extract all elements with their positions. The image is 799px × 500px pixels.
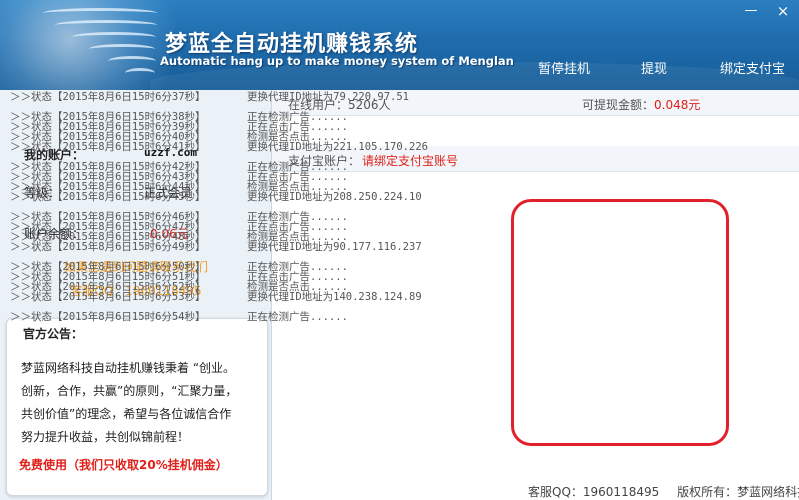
log-message: 正在检测广告...... xyxy=(247,311,348,323)
status-log: ＞＞状态【2015年8月6日15时6分37秒】 更换代理ID地址为79.220.9… xyxy=(10,91,520,323)
app-subtitle: Automatic hang up to make money system o… xyxy=(160,54,514,68)
log-message: 更换代理ID地址为140.238.124.89 xyxy=(247,291,422,303)
announcement-line: 共创价值”的理念，希望与各位诚信合作 xyxy=(21,407,232,421)
announcement-box: 官方公告： 梦蓝网络科技自动挂机赚钱秉着 “创业。 创新，合作，共赢”的原则，“… xyxy=(6,318,268,496)
log-message: 更换代理ID地址为221.105.170.226 xyxy=(247,141,428,153)
log-status: ＞＞状态【2015年8月6日15时6分53秒】 xyxy=(10,291,206,303)
log-status: ＞＞状态【2015年8月6日15时6分41秒】 xyxy=(10,141,206,153)
withdrawable-label: 可提现金额： xyxy=(582,98,655,112)
log-line: ＞＞状态【2015年8月6日15时6分49秒】 更换代理ID地址为90.177.1… xyxy=(10,241,520,253)
log-status: ＞＞状态【2015年8月6日15时6分37秒】 xyxy=(10,91,206,103)
announcement-title: 官方公告： xyxy=(23,327,84,341)
logo-swirl-icon xyxy=(40,4,160,88)
log-line: ＞＞状态【2015年8月6日15时6分54秒】 正在检测广告...... xyxy=(10,311,520,323)
announcement-body: 梦蓝网络科技自动挂机赚钱秉着 “创业。 创新，合作，共赢”的原则，“汇聚力量， … xyxy=(21,357,261,449)
log-line: ＞＞状态【2015年8月6日15时6分41秒】 更换代理ID地址为221.105.… xyxy=(10,141,520,153)
pause-button[interactable]: 暂停挂机 xyxy=(538,58,590,78)
close-icon[interactable]: × xyxy=(776,4,790,19)
footer: 客服QQ：1960118495 版权所有：梦蓝网络科技 xyxy=(528,483,799,500)
log-line: ＞＞状态【2015年8月6日15时6分53秒】 更换代理ID地址为140.238.… xyxy=(10,291,520,303)
app-header: 梦蓝全自动挂机赚钱系统 Automatic hang up to make mo… xyxy=(0,0,799,90)
log-message: 更换代理ID地址为79.220.97.51 xyxy=(247,91,410,103)
log-status: ＞＞状态【2015年8月6日15时6分54秒】 xyxy=(10,311,206,323)
log-status: ＞＞状态【2015年8月6日15时6分49秒】 xyxy=(10,241,206,253)
log-message: 更换代理ID地址为90.177.116.237 xyxy=(247,241,422,253)
log-status: ＞＞状态【2015年8月6日15时6分45秒】 xyxy=(10,191,206,203)
minimize-icon[interactable]: — xyxy=(744,4,758,18)
log-line: ＞＞状态【2015年8月6日15时6分37秒】 更换代理ID地址为79.220.9… xyxy=(10,91,520,103)
free-use-note: 免费使用（我们只收取20%挂机佣金） xyxy=(19,458,228,472)
log-message: 更换代理ID地址为208.250.224.10 xyxy=(247,191,422,203)
announcement-line: 创新，合作，共赢”的原则，“汇聚力量， xyxy=(21,384,238,398)
footer-qq: 客服QQ：1960118495 xyxy=(528,485,660,499)
bind-alipay-button[interactable]: 绑定支付宝 xyxy=(720,58,785,78)
announcement-line: 梦蓝网络科技自动挂机赚钱秉着 “创业。 xyxy=(21,361,236,375)
withdraw-button[interactable]: 提现 xyxy=(641,58,667,78)
footer-copyright: 版权所有：梦蓝网络科技 xyxy=(677,485,799,499)
log-line: ＞＞状态【2015年8月6日15时6分45秒】 更换代理ID地址为208.250.… xyxy=(10,191,520,203)
withdrawable-value: 0.048元 xyxy=(654,98,701,112)
announcement-line: 努力提升收益，共创似锦前程！ xyxy=(21,430,190,444)
